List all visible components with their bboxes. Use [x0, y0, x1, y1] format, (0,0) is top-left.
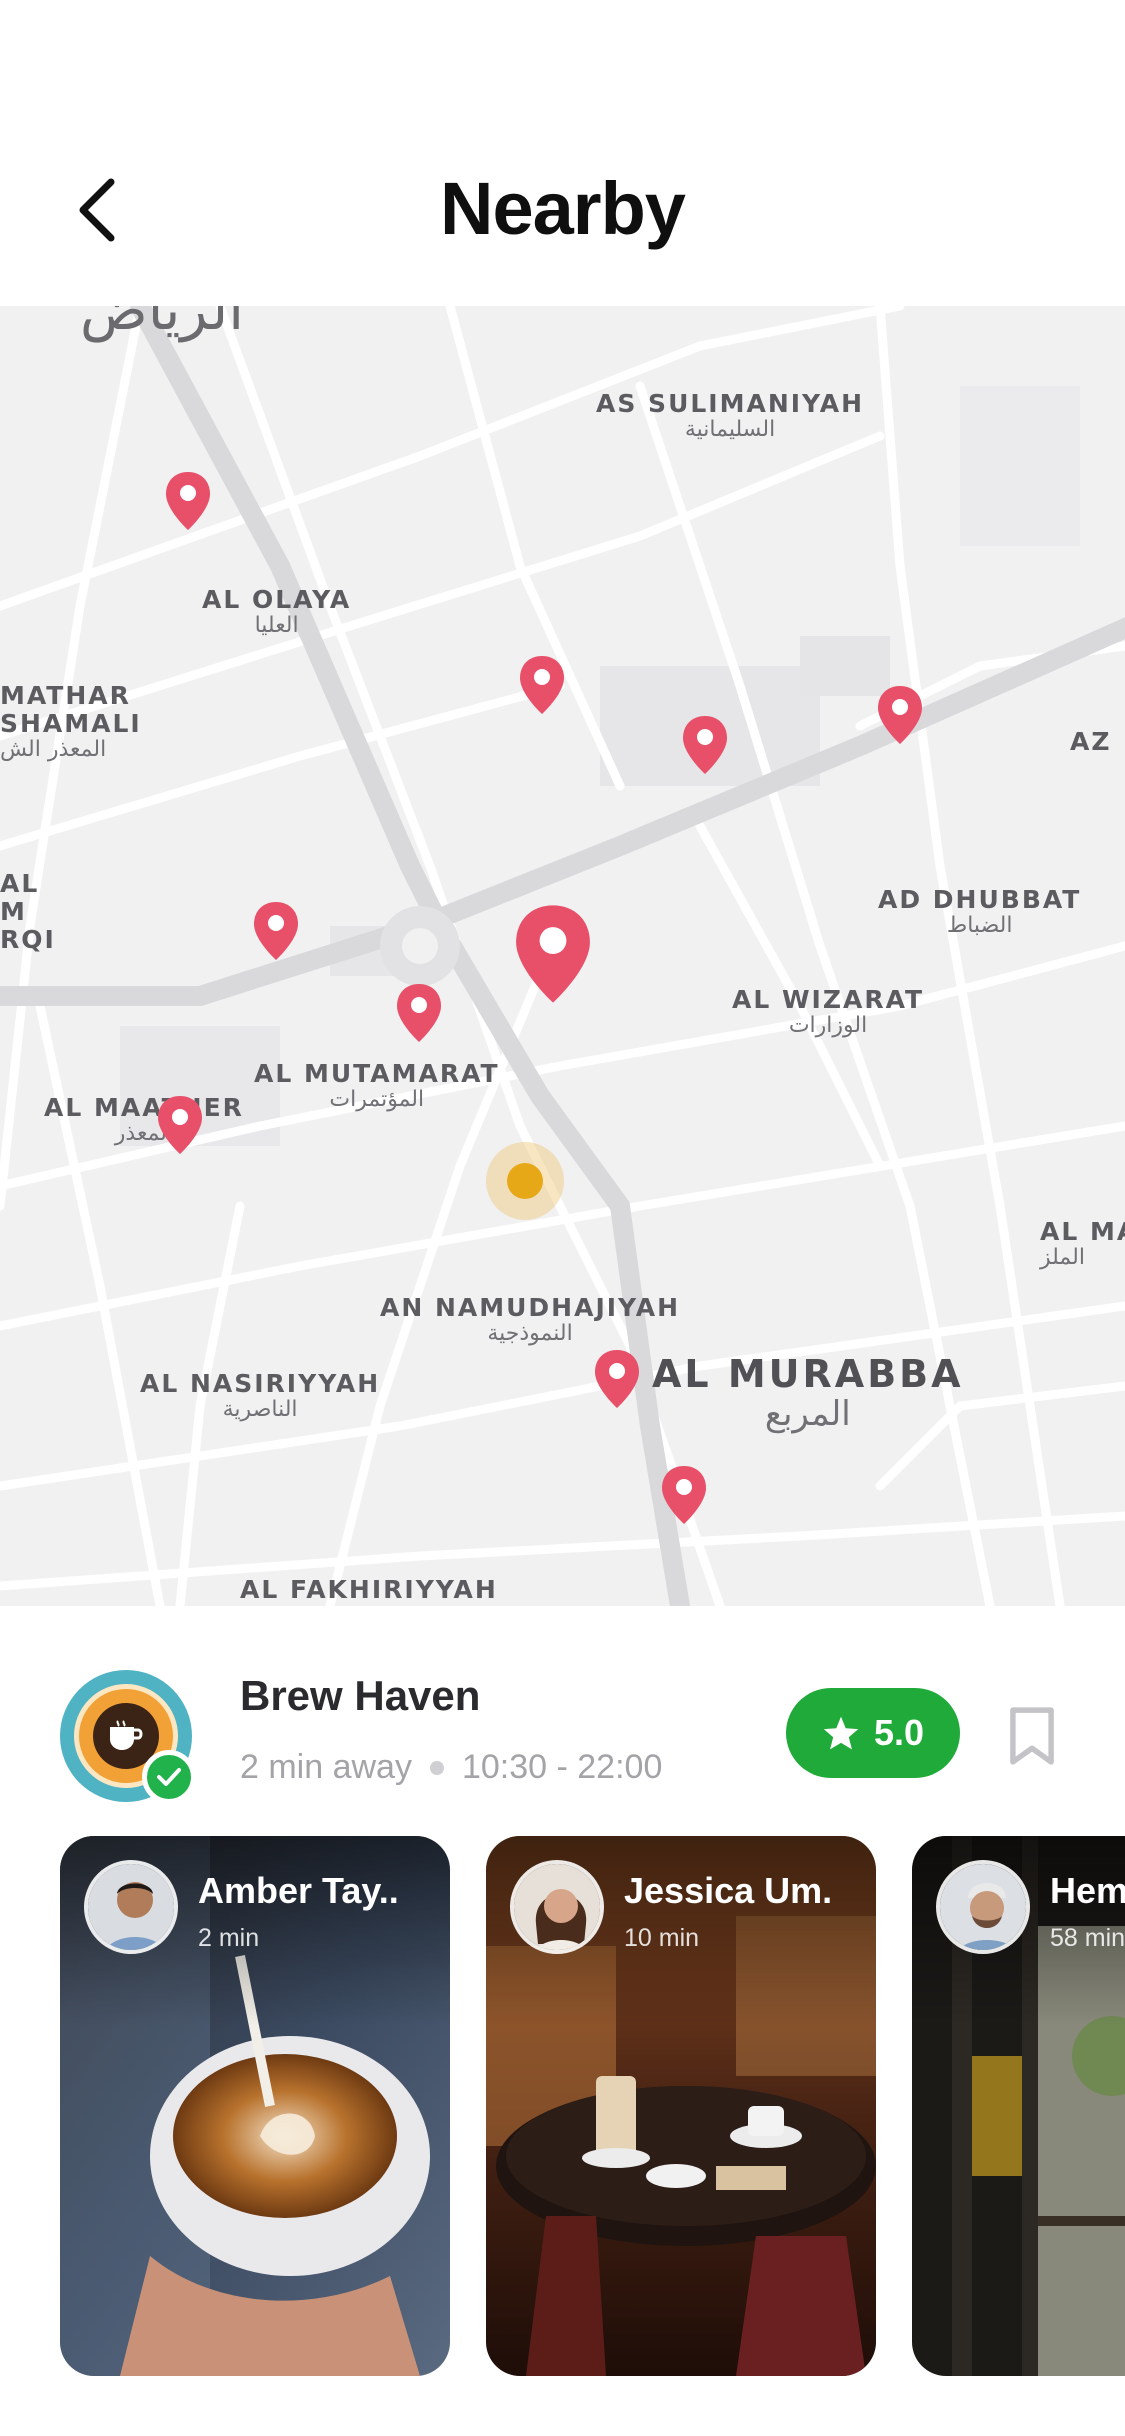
review-card[interactable]: Amber Tay.. 2 min [60, 1836, 450, 2376]
place-name: Brew Haven [240, 1672, 481, 1719]
star-icon [823, 1716, 859, 1750]
map-label-as-sulimaniyah: AS SULIMANIYAH السليمانية [596, 389, 865, 442]
map-pin-icon[interactable] [660, 1464, 708, 1526]
review-time: 2 min [198, 1924, 260, 1952]
reviewer-name: Hem [1050, 1870, 1125, 1911]
header: Nearby [0, 0, 1125, 306]
place-distance: 2 min away [240, 1748, 412, 1786]
map-label-al-wizarat: AL WIZARAT الوزارات [732, 985, 925, 1038]
map-pin-icon[interactable] [593, 1348, 641, 1410]
map-label-al-left: AL [0, 869, 40, 898]
place-logo [60, 1670, 196, 1804]
map-label-al-ma: AL MAالملز [1040, 1217, 1125, 1270]
map-label-al-maather: AL MAATHER المعذر [44, 1093, 244, 1146]
map-pin-icon[interactable] [876, 684, 924, 746]
reviewer-name: Jessica Um. [624, 1870, 833, 1911]
map-pin-icon[interactable] [518, 654, 566, 716]
map-label-m-left: M [0, 897, 27, 926]
verified-badge [142, 1750, 196, 1804]
page-title: Nearby [440, 167, 686, 250]
map-label-mathar: MATHAR [0, 681, 131, 710]
map-pin-icon[interactable] [164, 470, 212, 532]
place-summary[interactable]: Brew Haven 2 min away 10:30 - 22:00 5.0 [0, 1606, 1125, 1806]
map-label-al-murabba: AL MURABBA المربع [652, 1352, 964, 1434]
map-label-an-namudhajiyah: AN NAMUDHAJIYAH النموذجية [380, 1293, 681, 1346]
map-label-city-arabic: الرياض [80, 306, 244, 343]
review-time: 10 min [624, 1924, 700, 1952]
map-pin-icon[interactable] [156, 1094, 204, 1156]
reviewer-name: Amber Tay.. [198, 1870, 399, 1911]
current-location-dot [507, 1163, 543, 1199]
map-pin-icon[interactable] [395, 982, 443, 1044]
separator-dot [429, 1760, 444, 1775]
avatar [936, 1860, 1030, 1954]
avatar [510, 1860, 604, 1954]
map-pin-icon[interactable] [681, 714, 729, 776]
map-label-ad-dhubbat: AD DHUBBAT الضباط [878, 885, 1082, 938]
map-pin-icon[interactable] [252, 900, 300, 962]
coffee-cup-icon [110, 1720, 143, 1750]
place-meta: 2 min away 10:30 - 22:00 [240, 1748, 662, 1787]
map-label-al-olaya: AL OLAYA العليا [202, 585, 352, 638]
bookmark-icon[interactable] [1004, 1706, 1060, 1766]
current-location-marker [486, 1142, 564, 1220]
rating-value: 5.0 [873, 1712, 925, 1753]
place-hours: 10:30 - 22:00 [461, 1748, 663, 1786]
map-label-al-mutamarat: AL MUTAMARAT المؤتمرات [254, 1059, 500, 1112]
check-icon [157, 1768, 181, 1786]
review-card[interactable]: Hem 58 min [912, 1836, 1125, 2376]
map-label-az: AZ [1070, 727, 1112, 756]
map-label-shamali: SHAMALI المعذر الش [0, 709, 142, 762]
review-cards-carousel[interactable]: Amber Tay.. 2 min Jessica Um. 10 min Hem… [0, 1836, 1125, 2376]
map-label-al-fakhiriyyah: AL FAKHIRIYYAH [240, 1575, 498, 1604]
review-card[interactable]: Jessica Um. 10 min [486, 1836, 876, 2376]
map-label-rqi-left: RQI [0, 925, 56, 954]
rating-badge[interactable]: 5.0 [786, 1688, 960, 1778]
map-label-al-nasiriyyah: AL NASIRIYYAH الناصرية [140, 1369, 381, 1422]
review-time: 58 min [1050, 1924, 1125, 1952]
avatar [84, 1860, 178, 1954]
map-view[interactable]: الرياض AS SULIMANIYAH السليمانية AL OLAYA… [0, 306, 1125, 1606]
selected-map-pin-icon[interactable] [512, 902, 594, 1006]
